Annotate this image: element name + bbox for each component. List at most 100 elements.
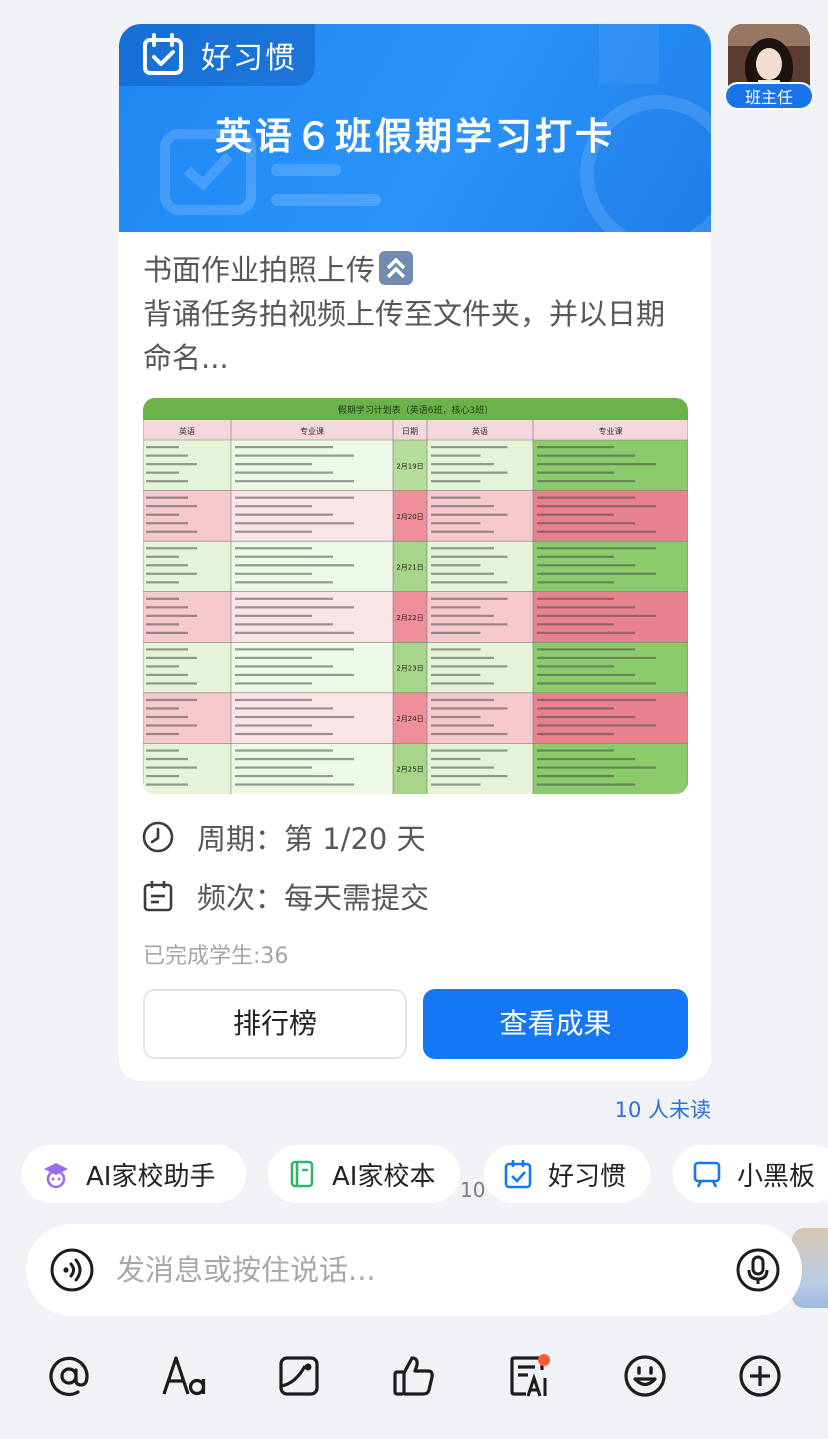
table-text-line (537, 446, 614, 449)
font-icon (162, 1356, 206, 1396)
table-text-line (146, 631, 188, 634)
teacher-avatar[interactable]: 班主任 (724, 22, 814, 112)
habit-card[interactable]: 好习惯 英语６班假期学习打卡 书面作业拍照上传 背诵任务拍视频上传至文件夹，并以… (119, 24, 711, 1081)
table-text-line (537, 547, 656, 550)
chip-label: AI家校助手 (86, 1161, 216, 1192)
voice-mode-icon[interactable] (48, 1246, 96, 1294)
chip-ai-notebook[interactable]: AI家校本 (268, 1145, 460, 1203)
table-text-line (146, 656, 197, 659)
table-text-line (537, 648, 635, 651)
mention-button[interactable] (45, 1352, 93, 1400)
table-text-line (235, 631, 354, 634)
table-text-line (146, 766, 197, 769)
table-text-line (537, 656, 656, 659)
table-text-line (431, 774, 508, 778)
table-text-line (431, 572, 494, 575)
emoji-button[interactable] (621, 1352, 669, 1400)
table-text-line (146, 555, 179, 558)
table-text-line (537, 522, 635, 525)
chip-ai-assistant[interactable]: AI家校助手 (22, 1145, 246, 1203)
smiley-icon (624, 1355, 666, 1397)
table-text-line (235, 783, 354, 786)
table-text-line (235, 581, 333, 584)
table-text-line (537, 581, 614, 584)
table-text-line (146, 471, 179, 474)
ai-assistant-icon (44, 1163, 68, 1189)
table-text-line (537, 496, 635, 499)
more-button[interactable] (736, 1352, 784, 1400)
calendar-check-icon (143, 33, 183, 75)
table-text-line (537, 682, 656, 685)
table-text-line (537, 454, 635, 457)
table-date-label: 2月22日 (396, 614, 423, 622)
table-text-line (235, 454, 354, 457)
table-date-label: 2月21日 (396, 563, 423, 571)
table-text-line (431, 623, 508, 626)
table-text-line (537, 715, 635, 719)
table-text-line (235, 749, 333, 752)
table-header-cell: 日期 (402, 427, 418, 436)
table-text-line (235, 530, 312, 533)
unread-count[interactable]: 10 人未读 (615, 1094, 711, 1124)
table-text-line (235, 623, 333, 626)
table-text-line (146, 614, 197, 617)
table-text-line (537, 774, 614, 778)
table-text-line (431, 673, 481, 677)
table-text-line (146, 724, 197, 727)
leaderboard-button[interactable]: 排行榜 (143, 989, 407, 1059)
table-text-line (431, 547, 494, 550)
table-text-line (235, 648, 354, 651)
text-format-button[interactable] (160, 1352, 208, 1400)
table-text-line (235, 564, 354, 567)
table-text-line (431, 757, 481, 761)
table-text-line (235, 471, 333, 474)
table-text-line (146, 522, 188, 525)
view-results-button[interactable]: 查看成果 (423, 989, 688, 1059)
table-text-line (537, 623, 614, 626)
table-text-line (431, 707, 508, 710)
table-text-line (235, 522, 354, 525)
calendar-check-icon (504, 1160, 532, 1189)
table-text-line (235, 715, 354, 719)
table-header-cell: 英语 (179, 426, 195, 436)
table-text-line (146, 783, 188, 786)
table-text-line (146, 698, 197, 702)
table-text-line (146, 505, 197, 508)
table-text-line (431, 463, 494, 466)
chip-good-habit[interactable]: 好习惯 (484, 1145, 650, 1203)
table-text-line (431, 732, 508, 736)
chip-blackboard[interactable]: 小黑板 (673, 1145, 828, 1203)
upload-arrow-icon (379, 251, 414, 285)
table-text-line (537, 766, 656, 769)
table-text-line (537, 480, 635, 483)
message-input[interactable] (116, 1253, 734, 1287)
table-text-line (537, 513, 614, 516)
table-date-label: 2月19日 (396, 462, 423, 470)
table-text-line (235, 480, 354, 483)
frequency-value: 每天需提交 (284, 881, 430, 915)
at-sign-icon (49, 1356, 89, 1396)
quick-actions: AI家校助手 AI家校本 好习惯 小黑板 (0, 1145, 828, 1207)
table-text-line (431, 715, 481, 719)
table-text-line (235, 513, 333, 516)
notebook-icon (290, 1160, 314, 1188)
image-button[interactable] (275, 1352, 323, 1400)
like-button[interactable] (390, 1352, 438, 1400)
table-text-line (431, 682, 494, 685)
card-title: 英语６班假期学习打卡 (215, 115, 615, 158)
table-text-line (146, 446, 179, 449)
microphone-icon[interactable] (734, 1246, 782, 1294)
table-text-line (146, 732, 179, 736)
table-text-line (537, 614, 656, 617)
table-text-line (235, 673, 354, 677)
calendar-icon (143, 881, 173, 912)
table-text-line (235, 707, 333, 710)
table-text-line (431, 724, 494, 727)
table-text-line (235, 732, 333, 736)
table-text-line (431, 597, 508, 600)
schedule-image[interactable]: 假期学习计划表（英语6班，核心3班） 英语 专业课 日期 英语 专业课 2月19日 2月20日… (143, 398, 688, 794)
table-text-line (146, 707, 179, 710)
table-text-line (537, 505, 656, 508)
table-text-line (146, 463, 197, 466)
table-text-line (431, 555, 508, 558)
